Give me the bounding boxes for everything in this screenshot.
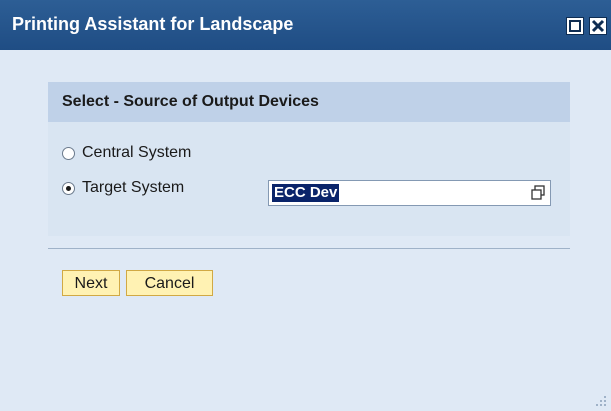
window-title: Printing Assistant for Landscape — [12, 14, 294, 34]
central-system-radio[interactable] — [62, 147, 75, 160]
next-button[interactable]: Next — [62, 270, 120, 296]
resize-grip-icon[interactable] — [595, 395, 607, 407]
maximize-button[interactable] — [566, 17, 584, 35]
target-system-value: ECC Dev — [272, 184, 340, 202]
cancel-button[interactable]: Cancel — [126, 270, 213, 296]
maximize-icon — [569, 20, 581, 32]
group-header: Select - Source of Output Devices — [48, 82, 570, 122]
close-icon — [591, 19, 605, 33]
group-title: Select - Source of Output Devices — [62, 93, 319, 110]
central-system-label: Central System — [82, 144, 192, 161]
target-system-radio[interactable] — [62, 182, 75, 195]
target-system-label: Target System — [82, 179, 185, 196]
printing-assistant-window: Printing Assistant for Landscape Select … — [0, 0, 611, 411]
close-button[interactable] — [589, 17, 607, 35]
target-system-input[interactable]: ECC Dev — [268, 180, 551, 206]
title-bar: Printing Assistant for Landscape — [0, 0, 611, 50]
divider — [48, 248, 570, 249]
output-devices-group: Select - Source of Output Devices Centra… — [48, 82, 570, 236]
value-help-icon[interactable] — [529, 184, 547, 202]
